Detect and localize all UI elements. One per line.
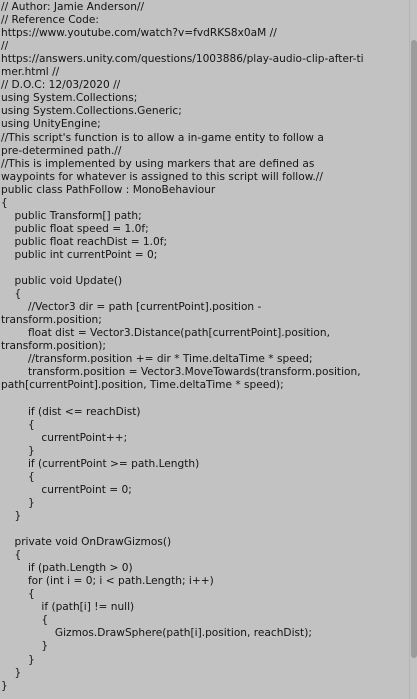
- code-line: public float reachDist = 1.0f;: [1, 235, 168, 248]
- code-line: {: [1, 288, 22, 301]
- code-line: float dist = Vector3.Distance(path[curre…: [1, 327, 330, 340]
- code-line: }: [1, 679, 8, 692]
- code-text-area[interactable]: // Author: Jamie Anderson//// Reference …: [0, 0, 409, 699]
- code-line: {: [1, 418, 35, 431]
- code-line: }: [1, 444, 35, 457]
- code-line: // D.O.C: 12/03/2020 //: [1, 79, 121, 92]
- code-line: private void OnDrawGizmos(): [1, 536, 172, 549]
- code-line: //This script's function is to allow a i…: [1, 131, 324, 144]
- code-line: {: [1, 614, 49, 627]
- code-line: }: [1, 653, 35, 666]
- code-line: pre-determined path.//: [1, 144, 122, 157]
- code-line: using UnityEngine;: [1, 118, 101, 131]
- code-line: Gizmos.DrawSphere(path[i].position, reac…: [1, 627, 312, 640]
- code-line: currentPoint = 0;: [1, 483, 132, 496]
- code-line: public Transform[] path;: [1, 209, 142, 222]
- code-line: public int currentPoint = 0;: [1, 248, 158, 261]
- code-line: if (currentPoint >= path.Length): [1, 457, 200, 470]
- code-line: {: [1, 470, 35, 483]
- code-line: public float speed = 1.0f;: [1, 222, 149, 235]
- vertical-scrollbar[interactable]: [409, 0, 417, 699]
- code-line: https://answers.unity.com/questions/1003…: [1, 53, 364, 66]
- code-line: transform.position);: [1, 340, 106, 353]
- code-line: {: [1, 588, 35, 601]
- code-line: //: [1, 40, 9, 53]
- code-line: if (dist <= reachDist): [1, 405, 141, 418]
- code-line: // Reference Code:: [1, 14, 99, 27]
- code-line: mer.html //: [1, 66, 60, 79]
- code-line: //Vector3 dir = path [currentPoint].posi…: [1, 301, 262, 314]
- code-line: if (path[i] != null): [1, 601, 135, 614]
- code-line: for (int i = 0; i < path.Length; i++): [1, 575, 214, 588]
- scrollbar-thumb[interactable]: [411, 40, 417, 658]
- code-line: currentPoint++;: [1, 431, 128, 444]
- code-line: path[currentPoint].position, Time.deltaT…: [1, 379, 284, 392]
- code-line: {: [1, 196, 8, 209]
- code-line: if (path.Length > 0): [1, 562, 133, 575]
- code-line: public class PathFollow : MonoBehaviour: [1, 183, 216, 196]
- code-line: {: [1, 549, 22, 562]
- code-line: public void Update(): [1, 275, 123, 288]
- code-line: transform.position = Vector3.MoveTowards…: [1, 366, 361, 379]
- code-line: transform.position;: [1, 314, 102, 327]
- script-inspector-view: // Author: Jamie Anderson//// Reference …: [0, 0, 417, 699]
- code-line: }: [1, 640, 49, 653]
- code-line: // Author: Jamie Anderson//: [1, 1, 145, 13]
- code-line: }: [1, 509, 22, 522]
- code-line: }: [1, 666, 22, 679]
- code-line: https://www.youtube.com/watch?v=fvdRKS8x…: [1, 27, 277, 40]
- code-line: //This is implemented by using markers t…: [1, 157, 315, 170]
- code-line: using System.Collections.Generic;: [1, 105, 182, 118]
- code-line: //transform.position += dir * Time.delta…: [1, 353, 313, 366]
- code-line: waypoints for whatever is assigned to th…: [1, 170, 323, 183]
- code-line: }: [1, 496, 35, 509]
- code-line: using System.Collections;: [1, 92, 138, 105]
